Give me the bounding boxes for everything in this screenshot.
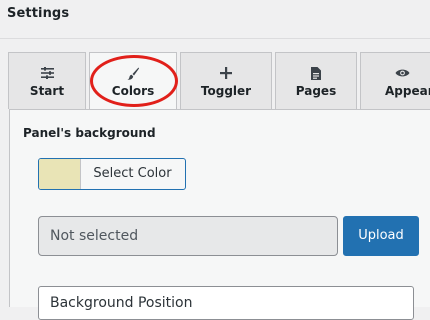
tab-start-label: Start [29, 84, 65, 98]
panel-background-label: Panel's background [23, 126, 156, 140]
tab-appearance-label: Appear [385, 84, 430, 98]
eye-icon [361, 66, 430, 80]
file-path-field[interactable]: Not selected [38, 216, 338, 256]
tab-toggler[interactable]: Toggler [180, 52, 272, 109]
page-title: Settings [7, 6, 70, 21]
header-divider [0, 38, 430, 39]
tab-toggler-label: Toggler [200, 84, 252, 98]
upload-button[interactable]: Upload [343, 216, 419, 256]
background-position-select[interactable]: Background Position [38, 286, 414, 320]
tab-pages-label: Pages [295, 84, 337, 98]
tab-appearance[interactable]: Appear [360, 52, 430, 109]
color-swatch [39, 159, 81, 189]
select-color-button[interactable]: Select Color [38, 158, 186, 190]
highlight-circle [90, 55, 178, 107]
sliders-icon [9, 66, 85, 80]
tab-pages[interactable]: Pages [275, 52, 357, 109]
document-icon [276, 66, 356, 80]
plus-icon [181, 66, 271, 80]
tab-start[interactable]: Start [8, 52, 86, 109]
select-color-label: Select Color [93, 166, 172, 181]
